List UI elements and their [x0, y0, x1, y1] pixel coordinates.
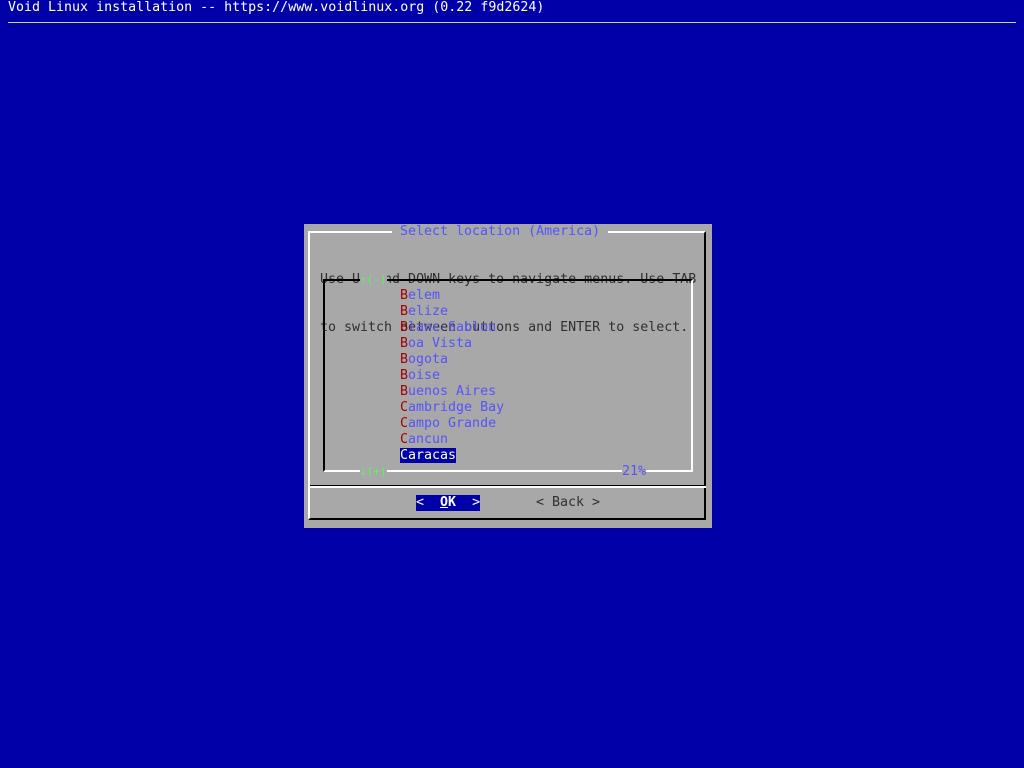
item-label: uenos Aires	[408, 384, 497, 399]
item-label: ogota	[408, 352, 449, 367]
item-label: lanc-Sablon	[408, 320, 497, 335]
menu-item-belem[interactable]: Belem	[400, 288, 504, 304]
item-label: ancun	[408, 432, 449, 447]
scroll-percent: 21%	[622, 464, 647, 480]
location-menu[interactable]: Belem Belize Blanc-Sablon Boa Vista Bogo…	[400, 288, 504, 464]
scroll-up-indicator[interactable]: ↑(-)	[360, 272, 387, 288]
hotkey: B	[400, 352, 409, 367]
hotkey: B	[400, 368, 409, 383]
hotkey: C	[400, 432, 409, 447]
menu-box	[323, 279, 693, 472]
menu-item-buenos-aires[interactable]: Buenos Aires	[400, 384, 504, 400]
hotkey: B	[400, 384, 409, 399]
item-label: elize	[408, 304, 449, 319]
hotkey: B	[400, 336, 409, 351]
back-left-bracket: <	[536, 495, 553, 510]
ok-button[interactable]: < OK >	[416, 495, 481, 511]
terminal-screen: Void Linux installation -- https://www.v…	[0, 0, 1024, 768]
hotkey: C	[400, 416, 409, 431]
menu-item-campo-grande[interactable]: Campo Grande	[400, 416, 504, 432]
dialog-title: Select location (America)	[392, 224, 609, 240]
ok-left-bracket: <	[416, 495, 441, 510]
item-label: oa Vista	[408, 336, 473, 351]
backtitle-rule	[8, 22, 1016, 23]
menu-item-cancun[interactable]: Cancun	[400, 432, 504, 448]
ok-label-rest: K	[448, 495, 457, 510]
item-label: ampo Grande	[408, 416, 497, 431]
menu-item-cambridge-bay[interactable]: Cambridge Bay	[400, 400, 504, 416]
back-label: Back	[552, 495, 585, 510]
location-dialog: Select location (America) Use UP and DOW…	[304, 224, 712, 528]
menu-item-boa-vista[interactable]: Boa Vista	[400, 336, 504, 352]
ok-hotkey: O	[440, 495, 449, 510]
hotkey: C	[400, 400, 409, 415]
button-separator	[310, 486, 706, 488]
hotkey: B	[400, 320, 409, 335]
back-right-bracket: >	[584, 495, 601, 510]
item-label: aracas	[408, 448, 457, 463]
scroll-down-indicator[interactable]: ↓(+)	[360, 464, 387, 480]
ok-right-bracket: >	[456, 495, 481, 510]
menu-item-bogota[interactable]: Bogota	[400, 352, 504, 368]
menu-item-belize[interactable]: Belize	[400, 304, 504, 320]
menu-item-caracas[interactable]: Caracas	[400, 448, 504, 464]
item-label: elem	[408, 288, 441, 303]
item-label: ambridge Bay	[408, 400, 505, 415]
back-button[interactable]: < Back >	[536, 495, 600, 511]
menu-item-boise[interactable]: Boise	[400, 368, 504, 384]
hotkey: B	[400, 288, 409, 303]
hotkey: B	[400, 304, 409, 319]
hotkey: C	[400, 448, 409, 463]
menu-item-blanc-sablon[interactable]: Blanc-Sablon	[400, 320, 504, 336]
backtitle: Void Linux installation -- https://www.v…	[8, 0, 545, 15]
item-label: oise	[408, 368, 441, 383]
